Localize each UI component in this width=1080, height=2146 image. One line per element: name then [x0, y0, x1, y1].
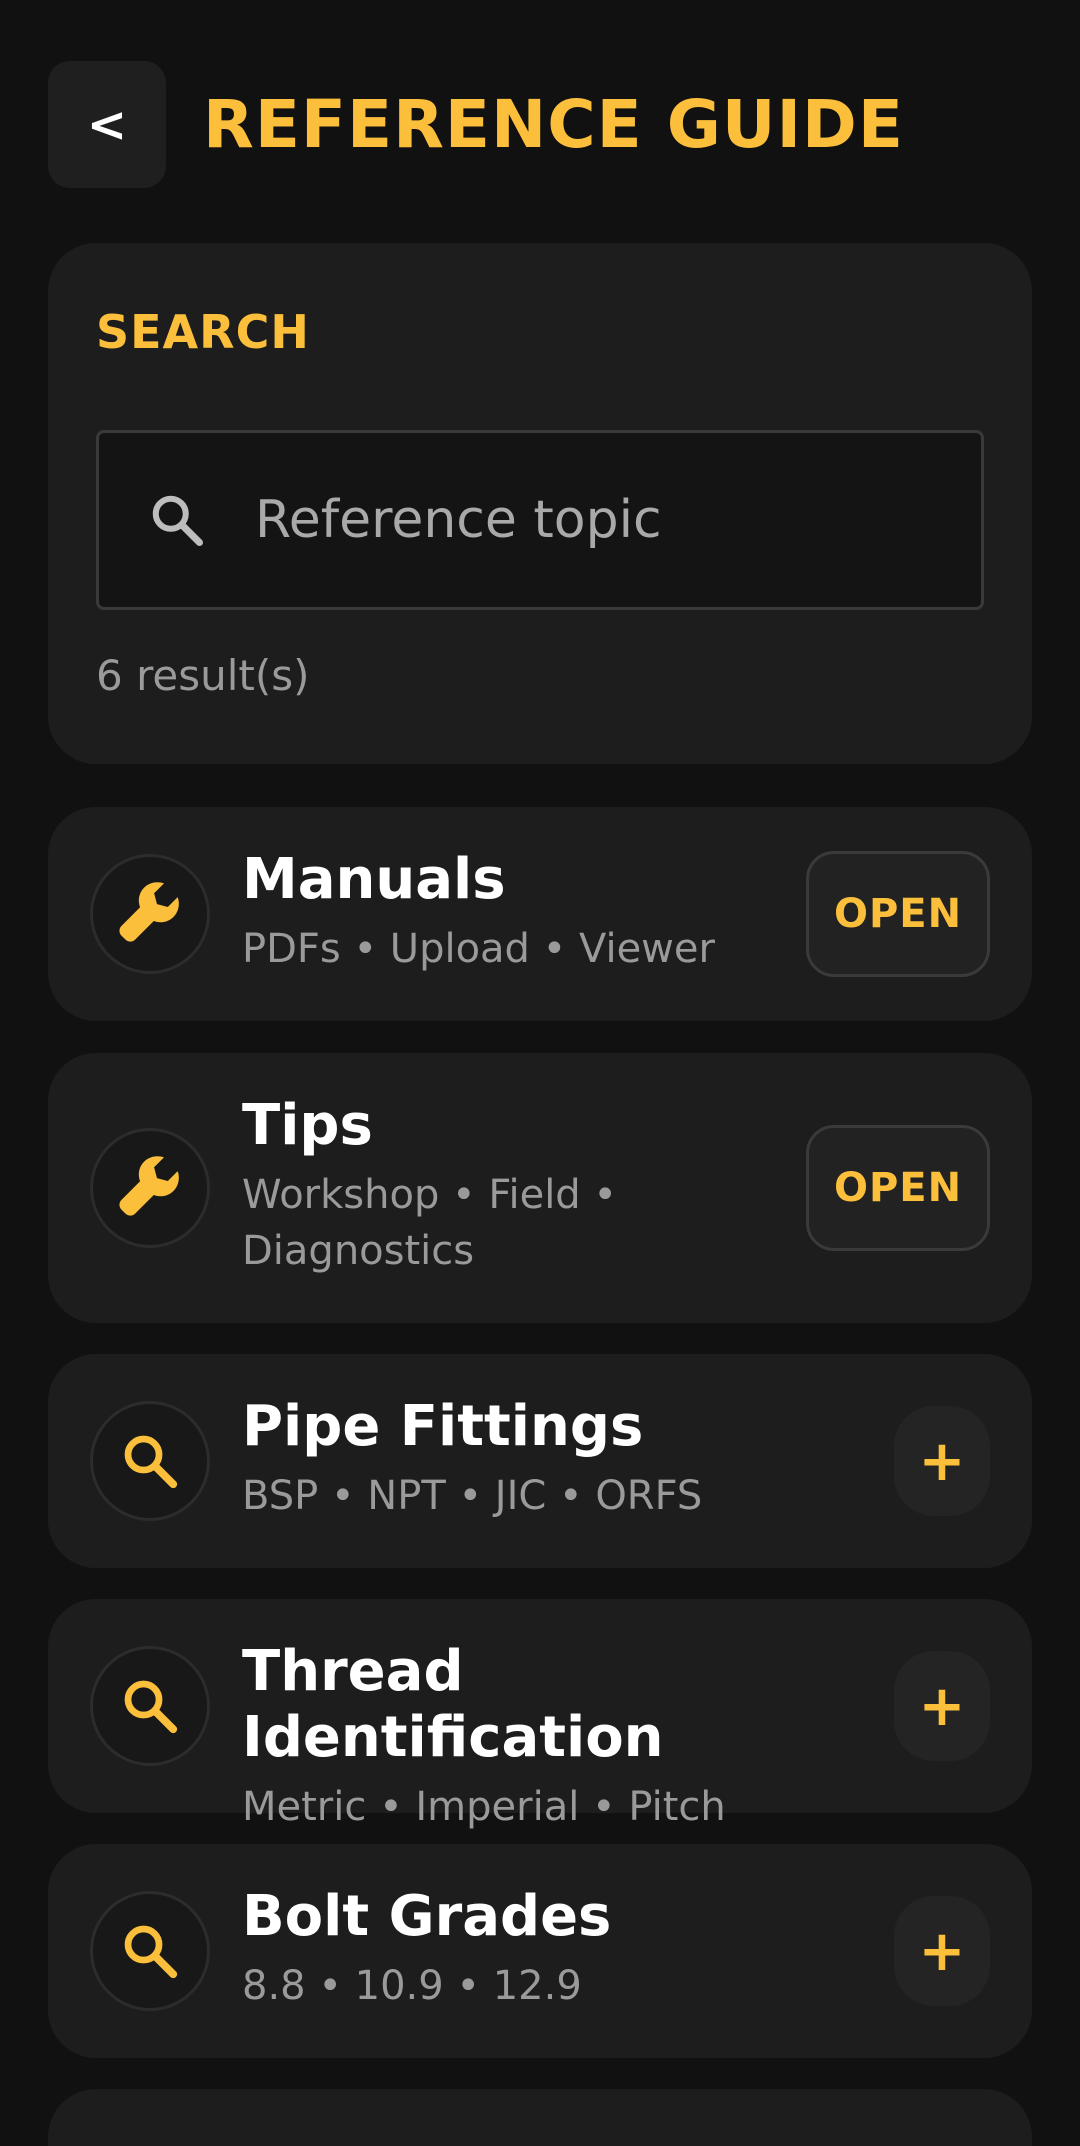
list-item-text: Manuals PDFs • Upload • Viewer: [242, 847, 802, 977]
list-item-bolt-grades[interactable]: Bolt Grades 8.8 • 10.9 • 12.9 +: [48, 1844, 1032, 2058]
list-item-subtitle: Metric • Imperial • Pitch: [242, 1784, 726, 1830]
search-label: SEARCH: [96, 305, 310, 359]
back-button[interactable]: <: [48, 61, 166, 188]
open-button[interactable]: OPEN: [806, 1125, 990, 1251]
search-icon: [90, 1401, 210, 1521]
list-item-title: Bolt Grades: [242, 1884, 612, 1949]
list-item-text: Bolt Grades 8.8 • 10.9 • 12.9: [242, 1884, 802, 2014]
list-item-thread-identification[interactable]: Thread Identification Metric • Imperial …: [48, 1599, 1032, 1830]
list-item-subtitle: BSP • NPT • JIC • ORFS: [242, 1473, 703, 1519]
search-input[interactable]: Reference topic: [96, 430, 984, 610]
list-item-title: Thread Identification: [242, 1639, 664, 1770]
list-item-partial[interactable]: [48, 2089, 1032, 2146]
list-item-subtitle: 8.8 • 10.9 • 12.9: [242, 1963, 582, 2009]
list-item-title: Tips: [242, 1093, 373, 1158]
open-button[interactable]: OPEN: [806, 851, 990, 977]
wrench-icon: [90, 854, 210, 974]
add-button[interactable]: +: [894, 1406, 990, 1516]
list-item-subtitle: PDFs • Upload • Viewer: [242, 926, 715, 972]
result-count: 6 result(s): [96, 651, 310, 700]
reference-guide-screen: < REFERENCE GUIDE SEARCH Reference topic…: [0, 0, 1080, 2146]
list-item-text: Tips Workshop • Field • Diagnostics: [242, 1093, 662, 1279]
list-item-manuals[interactable]: Manuals PDFs • Upload • Viewer OPEN: [48, 807, 1032, 1021]
page-title: REFERENCE GUIDE: [203, 86, 904, 163]
list-item-title: Pipe Fittings: [242, 1394, 644, 1459]
search-icon: [90, 1646, 210, 1766]
wrench-icon: [90, 1128, 210, 1248]
header: < REFERENCE GUIDE: [48, 61, 904, 188]
search-placeholder: Reference topic: [255, 490, 662, 550]
search-icon: [99, 490, 255, 550]
search-card: SEARCH Reference topic 6 result(s): [48, 243, 1032, 764]
add-button[interactable]: +: [894, 1651, 990, 1761]
list-item-text: Thread Identification Metric • Imperial …: [242, 1639, 882, 1835]
list-item-tips[interactable]: Tips Workshop • Field • Diagnostics OPEN: [48, 1053, 1032, 1323]
list-item-text: Pipe Fittings BSP • NPT • JIC • ORFS: [242, 1394, 802, 1524]
search-icon: [90, 1891, 210, 2011]
list-item-subtitle: Workshop • Field • Diagnostics: [242, 1172, 617, 1274]
add-button[interactable]: +: [894, 1896, 990, 2006]
list-item-pipe-fittings[interactable]: Pipe Fittings BSP • NPT • JIC • ORFS +: [48, 1354, 1032, 1568]
list-item-title: Manuals: [242, 847, 506, 912]
